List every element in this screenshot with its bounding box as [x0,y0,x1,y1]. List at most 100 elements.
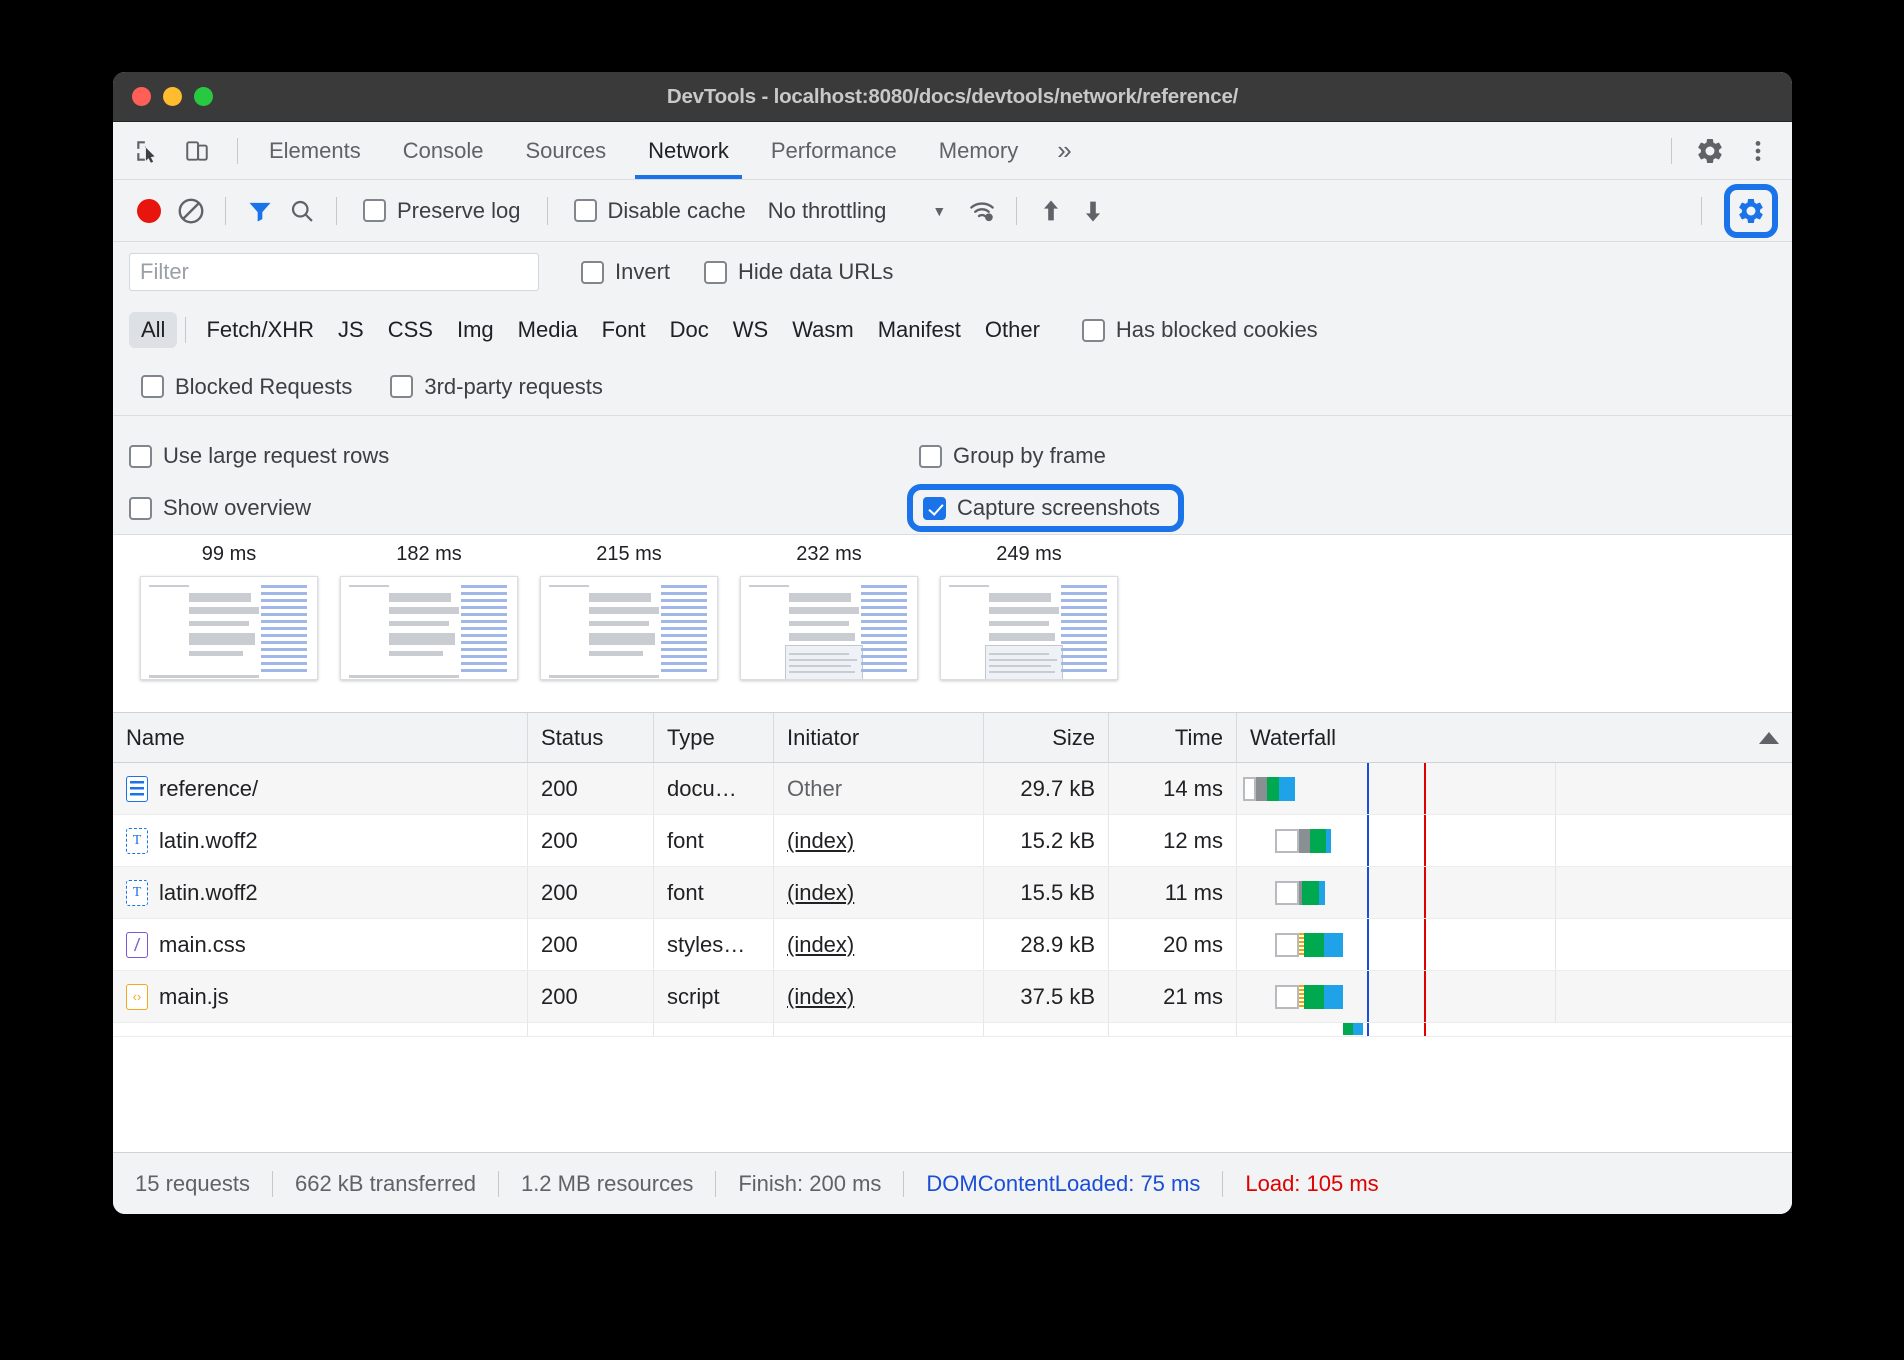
tab-elements[interactable]: Elements [248,122,382,179]
cell-initiator[interactable]: (index) [774,867,984,918]
device-toolbar-icon[interactable] [177,131,217,171]
capture-screenshots-checkbox[interactable]: Capture screenshots [907,484,1184,532]
filmstrip-thumbnail[interactable] [540,576,718,680]
column-header-name[interactable]: Name [113,713,528,762]
group-by-frame-checkbox-box[interactable] [919,445,942,468]
capture-screenshots-checkbox-box[interactable] [923,497,946,520]
cell-name[interactable]: latin.woff2 [113,815,528,866]
import-har-icon[interactable] [1031,191,1071,231]
gear-icon[interactable] [1690,131,1730,171]
cell-name[interactable]: main.css [113,919,528,970]
search-icon[interactable] [282,191,322,231]
type-filter-other[interactable]: Other [973,312,1052,348]
tab-network[interactable]: Network [627,122,750,179]
column-header-type[interactable]: Type [654,713,774,762]
hide-data-urls-checkbox-box[interactable] [704,261,727,284]
initiator-link[interactable]: (index) [787,828,854,854]
hide-data-urls-checkbox[interactable]: Hide data URLs [692,259,905,285]
cell-waterfall[interactable] [1237,971,1792,1022]
column-header-size[interactable]: Size [984,713,1109,762]
inspect-element-icon[interactable] [127,131,167,171]
type-filter-font[interactable]: Font [590,312,658,348]
column-header-time[interactable]: Time [1109,713,1237,762]
minimize-window-button[interactable] [163,87,182,106]
table-row[interactable]: reference/ 200 docu… Other 29.7 kB 14 ms [113,763,1792,815]
initiator-link[interactable]: (index) [787,880,854,906]
cell-waterfall[interactable] [1237,763,1792,814]
type-filter-css[interactable]: CSS [376,312,445,348]
filmstrip-thumbnail[interactable] [140,576,318,680]
filmstrip-frame[interactable]: 232 ms [729,543,929,680]
throttling-dropdown[interactable]: No throttling ▼ [760,198,946,224]
table-row-partial[interactable] [113,1023,1792,1037]
filmstrip-frame[interactable]: 182 ms [329,543,529,680]
blocked-requests-checkbox-box[interactable] [141,375,164,398]
type-filter-ws[interactable]: WS [721,312,780,348]
cell-waterfall[interactable] [1237,919,1792,970]
third-party-requests-checkbox[interactable]: 3rd-party requests [378,374,615,400]
cell-waterfall[interactable] [1237,867,1792,918]
initiator-link[interactable]: (index) [787,932,854,958]
invert-checkbox-box[interactable] [581,261,604,284]
toolbar-divider-3 [547,197,548,225]
table-row[interactable]: main.css 200 styles… (index) 28.9 kB 20 … [113,919,1792,971]
blocked-requests-checkbox[interactable]: Blocked Requests [129,374,364,400]
column-header-waterfall[interactable]: Waterfall [1237,713,1792,762]
filmstrip-frame[interactable]: 99 ms [129,543,329,680]
filmstrip-thumbnail[interactable] [340,576,518,680]
third-party-requests-checkbox-box[interactable] [390,375,413,398]
cell-name[interactable]: latin.woff2 [113,867,528,918]
type-filter-doc[interactable]: Doc [658,312,721,348]
use-large-request-rows-checkbox[interactable]: Use large request rows [129,443,919,469]
filter-input[interactable]: Filter [129,253,539,291]
table-row[interactable]: latin.woff2 200 font (index) 15.5 kB 11 … [113,867,1792,919]
more-tabs-chevron-icon[interactable]: » [1039,122,1085,179]
group-by-frame-checkbox[interactable]: Group by frame [919,443,1118,469]
filmstrip-frame[interactable]: 215 ms [529,543,729,680]
type-filter-img[interactable]: Img [445,312,506,348]
tab-console[interactable]: Console [382,122,505,179]
cell-name[interactable]: main.js [113,971,528,1022]
type-filter-js[interactable]: JS [326,312,376,348]
column-header-status[interactable]: Status [528,713,654,762]
tab-sources[interactable]: Sources [504,122,627,179]
show-overview-checkbox[interactable]: Show overview [129,495,919,521]
maximize-window-button[interactable] [194,87,213,106]
cell-waterfall[interactable] [1237,815,1792,866]
column-header-initiator[interactable]: Initiator [774,713,984,762]
three-dot-menu-icon[interactable] [1738,131,1778,171]
cell-name[interactable]: reference/ [113,763,528,814]
show-overview-checkbox-box[interactable] [129,497,152,520]
filmstrip-thumbnail[interactable] [740,576,918,680]
filmstrip-frame[interactable]: 249 ms [929,543,1129,680]
filmstrip-thumbnail[interactable] [940,576,1118,680]
type-filter-all[interactable]: All [129,312,177,348]
cell-initiator[interactable]: (index) [774,971,984,1022]
tab-performance[interactable]: Performance [750,122,918,179]
preserve-log-checkbox-box[interactable] [363,199,386,222]
preserve-log-checkbox[interactable]: Preserve log [351,198,533,224]
record-button-icon[interactable] [129,191,169,231]
export-har-icon[interactable] [1073,191,1113,231]
close-window-button[interactable] [132,87,151,106]
tab-memory[interactable]: Memory [918,122,1039,179]
type-filter-manifest[interactable]: Manifest [866,312,973,348]
type-filter-media[interactable]: Media [506,312,590,348]
filter-funnel-icon[interactable] [240,191,280,231]
use-large-request-rows-checkbox-box[interactable] [129,445,152,468]
table-row[interactable]: main.js 200 script (index) 37.5 kB 21 ms [113,971,1792,1023]
invert-checkbox[interactable]: Invert [569,259,682,285]
cell-initiator[interactable]: (index) [774,919,984,970]
type-filter-wasm[interactable]: Wasm [780,312,866,348]
has-blocked-cookies-checkbox[interactable]: Has blocked cookies [1070,317,1330,343]
type-filter-fetch-xhr[interactable]: Fetch/XHR [194,312,326,348]
has-blocked-cookies-checkbox-box[interactable] [1082,319,1105,342]
disable-cache-checkbox-box[interactable] [574,199,597,222]
initiator-link[interactable]: (index) [787,984,854,1010]
cell-initiator[interactable]: (index) [774,815,984,866]
disable-cache-checkbox[interactable]: Disable cache [562,198,758,224]
network-settings-gear-icon[interactable] [1724,184,1778,238]
clear-icon[interactable] [171,191,211,231]
table-row[interactable]: latin.woff2 200 font (index) 15.2 kB 12 … [113,815,1792,867]
network-conditions-icon[interactable] [962,191,1002,231]
